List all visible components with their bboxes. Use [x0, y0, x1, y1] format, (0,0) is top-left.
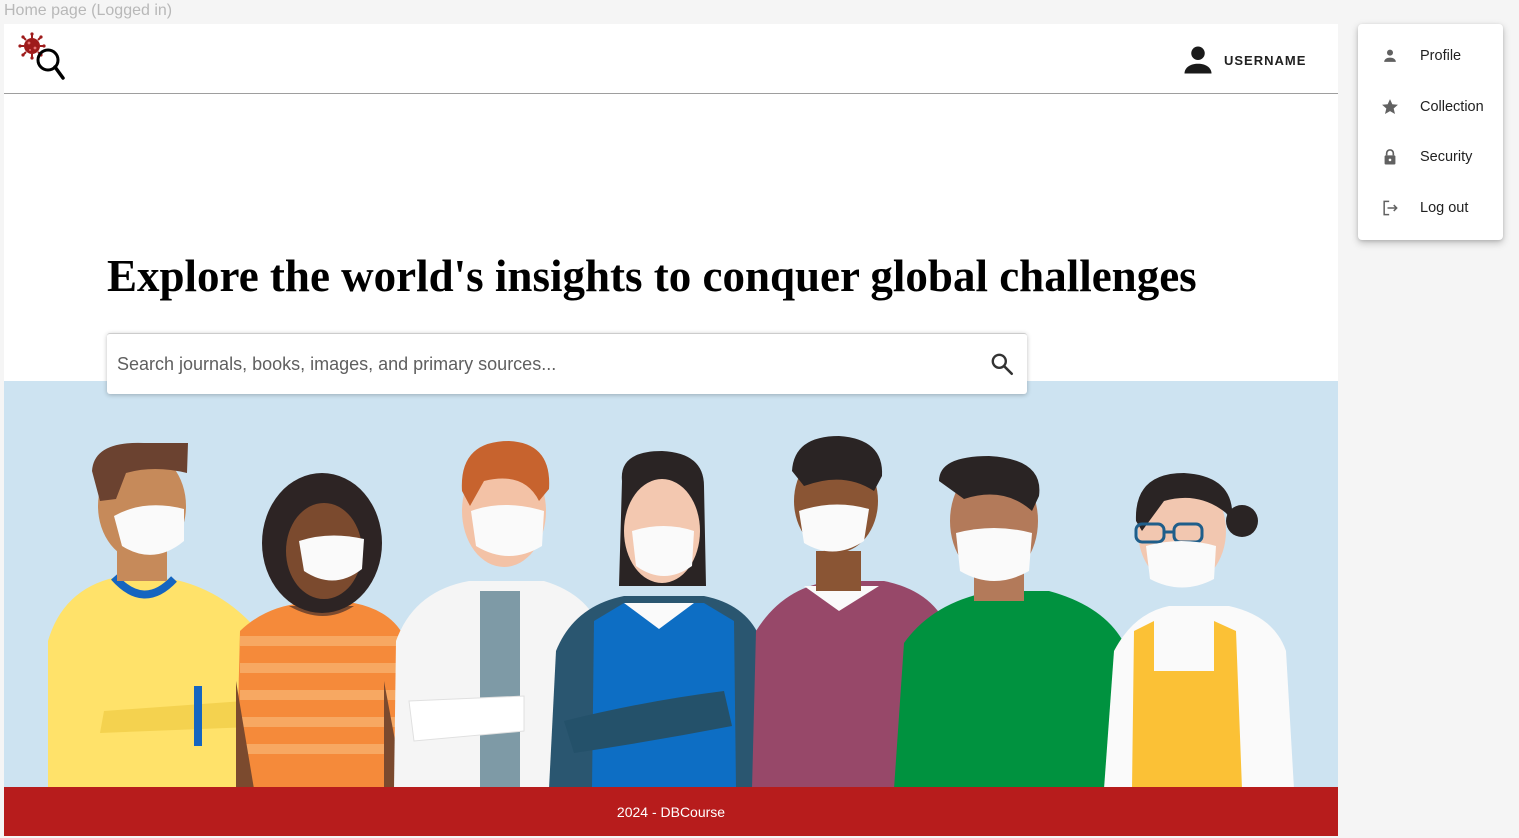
menu-item-collection[interactable]: Collection	[1358, 82, 1503, 133]
header: USERNAME	[4, 24, 1338, 94]
person-green-sweater	[894, 456, 1136, 789]
person-icon	[1384, 49, 1396, 63]
menu-item-label: Security	[1420, 149, 1473, 166]
star-icon	[1382, 98, 1398, 114]
lock-icon	[1384, 149, 1396, 165]
menu-item-logout[interactable]: Log out	[1358, 183, 1503, 234]
search-bar	[107, 333, 1027, 394]
menu-item-label: Collection	[1420, 98, 1484, 115]
person-blue-vest	[549, 451, 766, 789]
footer-text: 2024 - DBCourse	[616, 803, 726, 820]
search-input[interactable]	[117, 346, 957, 382]
logout-icon	[1383, 200, 1398, 216]
menu-item-profile[interactable]: Profile	[1358, 31, 1503, 82]
logo-virus-magnifier-icon[interactable]	[16, 32, 68, 84]
username-label: USERNAME	[1224, 52, 1307, 68]
person-orange-stripes	[236, 473, 410, 789]
menu-item-label: Log out	[1420, 199, 1469, 216]
user-menu-button[interactable]: USERNAME	[1180, 42, 1306, 78]
masked-people-illustration	[48, 436, 1294, 789]
account-icon	[1184, 46, 1212, 74]
menu-item-label: Profile	[1420, 48, 1462, 65]
menu-item-security[interactable]: Security	[1358, 132, 1503, 183]
search-icon[interactable]	[989, 351, 1015, 377]
window-title: Home page (Logged in)	[4, 2, 173, 19]
hero-illustration	[4, 381, 1338, 789]
footer: 2024 - DBCourse	[4, 787, 1338, 836]
user-dropdown-menu: Profile Collection Security Log out	[1358, 24, 1503, 240]
person-glasses-apron	[1104, 473, 1294, 789]
page: USERNAME Explore the world's insights to…	[4, 24, 1338, 836]
hero-title: Explore the world's insights to conquer …	[107, 251, 1197, 301]
